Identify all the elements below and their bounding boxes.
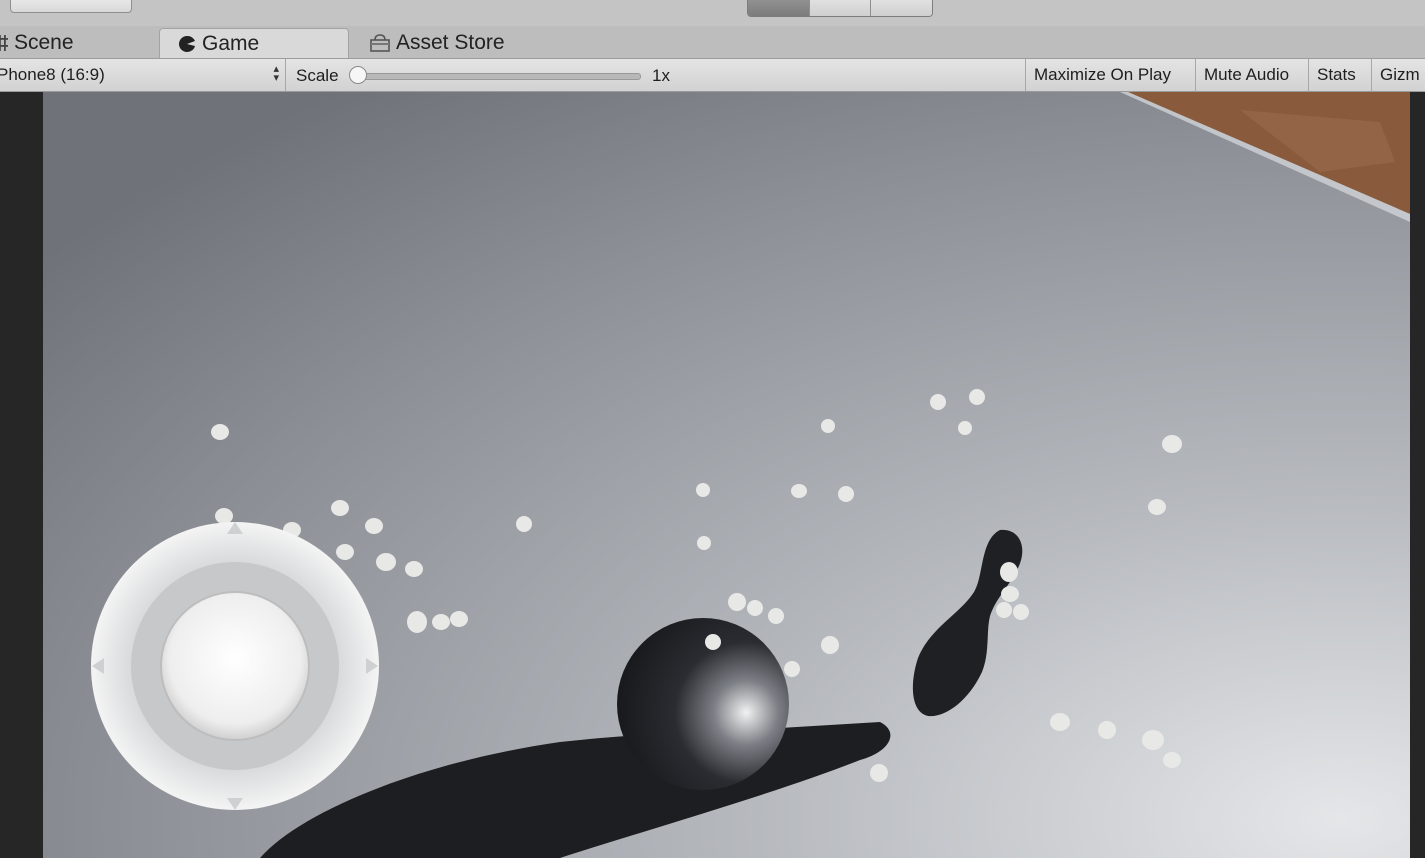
editor-tab-bar: Scene Game Asset Store (0, 26, 1425, 59)
asset-store-icon (370, 34, 390, 52)
gizmos-label: Gizm (1380, 65, 1420, 84)
maximize-on-play-button[interactable]: Maximize On Play (1025, 59, 1195, 91)
tab-asset-store-label: Asset Store (396, 31, 505, 54)
scale-slider-thumb[interactable] (349, 66, 367, 84)
tab-scene[interactable]: Scene (0, 28, 74, 58)
stats-label: Stats (1317, 65, 1356, 84)
virtual-joystick[interactable] (91, 522, 379, 810)
gizmos-button[interactable]: Gizm (1371, 59, 1425, 91)
joystick-knob[interactable] (160, 591, 310, 741)
maximize-on-play-label: Maximize On Play (1034, 65, 1171, 84)
scene-icon (0, 35, 8, 51)
game-render (0, 92, 1425, 858)
stats-button[interactable]: Stats (1308, 59, 1371, 91)
tab-game[interactable]: Game (159, 28, 349, 58)
tab-asset-store[interactable]: Asset Store (370, 28, 505, 58)
scale-label: Scale (296, 66, 339, 85)
game-view-toolbar: Phone8 (16:9) ▴ ▾ Scale 1x Maximize On Pl… (0, 59, 1425, 92)
step-button[interactable] (871, 0, 932, 16)
tab-scene-label: Scene (14, 31, 74, 54)
game-viewport[interactable] (0, 92, 1425, 858)
mute-audio-label: Mute Audio (1204, 65, 1290, 84)
game-icon (179, 35, 195, 52)
scale-value: 1x (652, 66, 670, 85)
mute-audio-button[interactable]: Mute Audio (1195, 59, 1308, 91)
scale-slider-track[interactable] (356, 73, 641, 80)
aspect-value: Phone8 (16:9) (0, 65, 105, 84)
dropdown-arrows-icon: ▴ ▾ (273, 63, 279, 84)
top-toolbar (0, 0, 1425, 26)
play-controls (747, 0, 933, 17)
play-button[interactable] (748, 0, 810, 16)
pause-button[interactable] (809, 0, 872, 16)
player-ball (617, 618, 789, 790)
tab-game-label: Game (202, 31, 260, 55)
aspect-dropdown[interactable]: Phone8 (16:9) ▴ ▾ (0, 59, 286, 91)
pivot-local-toggle[interactable] (10, 0, 132, 13)
